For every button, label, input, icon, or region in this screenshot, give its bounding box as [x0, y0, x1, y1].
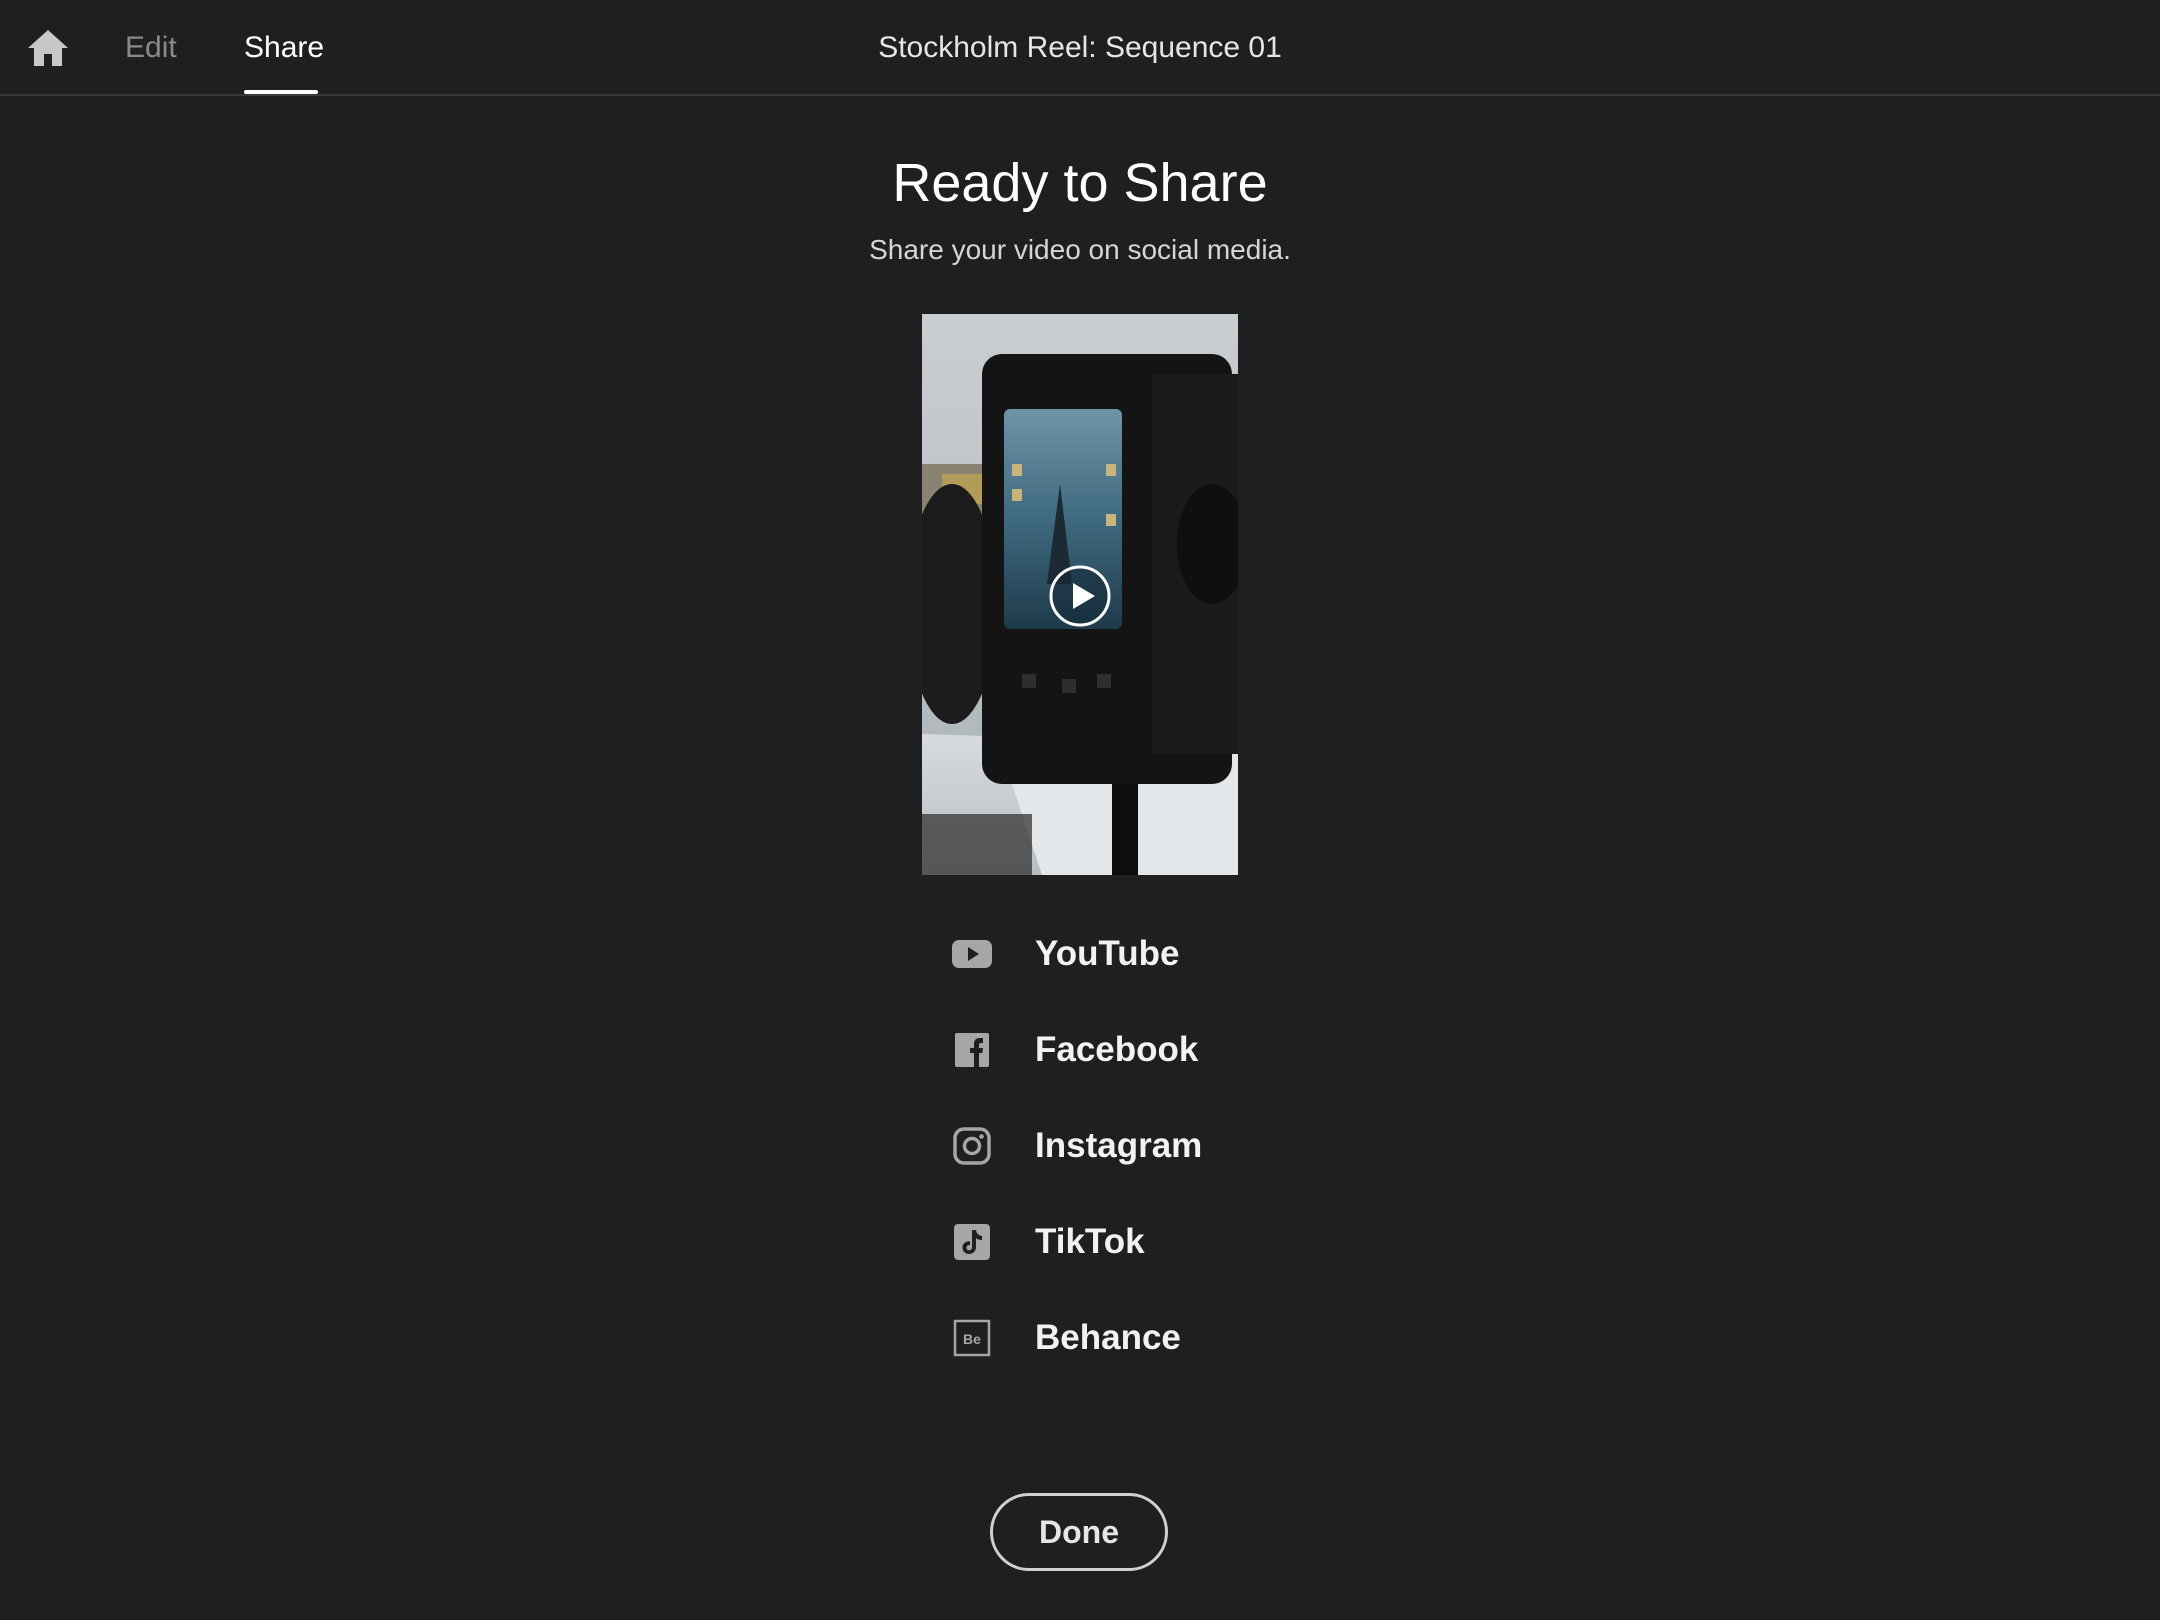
- page-subtitle: Share your video on social media.: [869, 234, 1291, 265]
- share-youtube-label: YouTube: [1035, 934, 1180, 973]
- share-youtube[interactable]: YouTube: [950, 918, 1350, 1014]
- tiktok-icon: [954, 1224, 990, 1260]
- page-title: Ready to Share: [892, 153, 1268, 213]
- instagram-icon: [953, 1127, 991, 1165]
- svg-text:Be: Be: [963, 1331, 981, 1347]
- share-instagram[interactable]: Instagram: [950, 1110, 1350, 1206]
- active-tab-indicator: [244, 90, 318, 94]
- done-button[interactable]: Done: [990, 1493, 1168, 1571]
- play-button[interactable]: [1048, 564, 1112, 628]
- share-facebook[interactable]: Facebook: [950, 1014, 1350, 1110]
- behance-icon: Be: [953, 1319, 991, 1357]
- facebook-icon: [955, 1033, 989, 1067]
- video-preview[interactable]: [922, 314, 1238, 875]
- top-bar: Edit Share Stockholm Reel: Sequence 01: [0, 0, 2160, 96]
- share-tiktok[interactable]: TikTok: [950, 1206, 1350, 1302]
- share-instagram-label: Instagram: [1035, 1126, 1203, 1165]
- share-tiktok-label: TikTok: [1035, 1222, 1145, 1261]
- project-title: Stockholm Reel: Sequence 01: [878, 31, 1282, 64]
- share-behance-label: Behance: [1035, 1318, 1181, 1357]
- share-facebook-label: Facebook: [1035, 1030, 1199, 1069]
- youtube-icon: [952, 940, 992, 968]
- share-options-list: YouTube Facebook Instagram TikTok Be Beh…: [950, 918, 1350, 1398]
- share-behance[interactable]: Be Behance: [950, 1302, 1350, 1398]
- play-icon: [1049, 565, 1111, 627]
